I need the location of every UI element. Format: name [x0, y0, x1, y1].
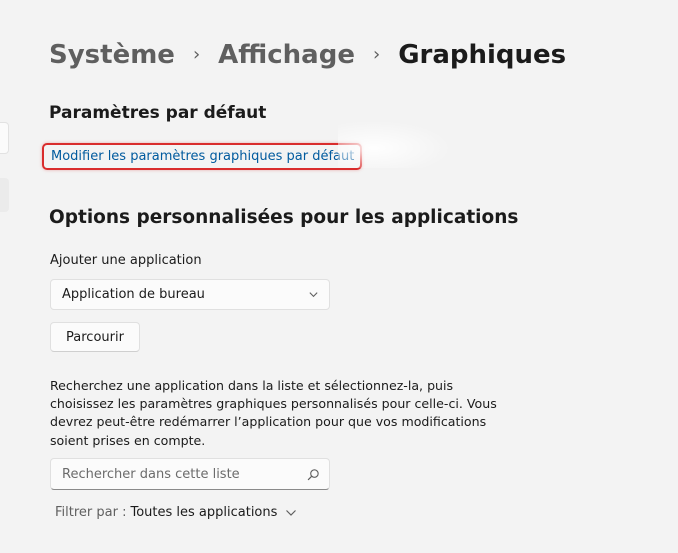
app-search-input[interactable] — [51, 459, 291, 489]
default-settings-heading: Paramètres par défaut — [49, 103, 267, 123]
browse-button-label: Parcourir — [66, 329, 124, 345]
breadcrumb-separator: › — [372, 43, 381, 65]
help-text: Recherchez une application dans la liste… — [50, 378, 497, 448]
app-search-box[interactable] — [50, 458, 330, 490]
change-default-graphics-link[interactable]: Modifier les paramètres graphiques par d… — [42, 143, 363, 170]
settings-page: Système › Affichage › Graphiques Paramèt… — [0, 0, 678, 553]
filter-value: Toutes les applications — [130, 505, 278, 520]
nav-item-partial[interactable] — [0, 122, 9, 154]
nav-item-partial-selected[interactable] — [0, 178, 9, 212]
change-default-graphics-link-label: Modifier les paramètres graphiques par d… — [51, 149, 355, 164]
chevron-down-icon — [286, 509, 297, 516]
app-type-dropdown[interactable]: Application de bureau — [50, 279, 330, 310]
breadcrumb-affichage[interactable]: Affichage — [218, 40, 355, 70]
chevron-down-icon — [309, 292, 318, 298]
breadcrumb: Système › Affichage › Graphiques — [49, 40, 566, 70]
app-type-selected: Application de bureau — [62, 287, 205, 302]
filter-label: Filtrer par : — [55, 505, 127, 520]
custom-options-heading: Options personnalisées pour les applicat… — [49, 207, 519, 228]
add-app-label: Ajouter une application — [50, 253, 202, 268]
breadcrumb-graphiques: Graphiques — [398, 40, 567, 70]
browse-button[interactable]: Parcourir — [50, 322, 140, 352]
breadcrumb-systeme[interactable]: Système — [49, 40, 175, 70]
filter-dropdown[interactable]: Filtrer par : Toutes les applications — [55, 505, 297, 520]
breadcrumb-separator: › — [192, 43, 201, 65]
search-icon[interactable] — [307, 468, 320, 481]
